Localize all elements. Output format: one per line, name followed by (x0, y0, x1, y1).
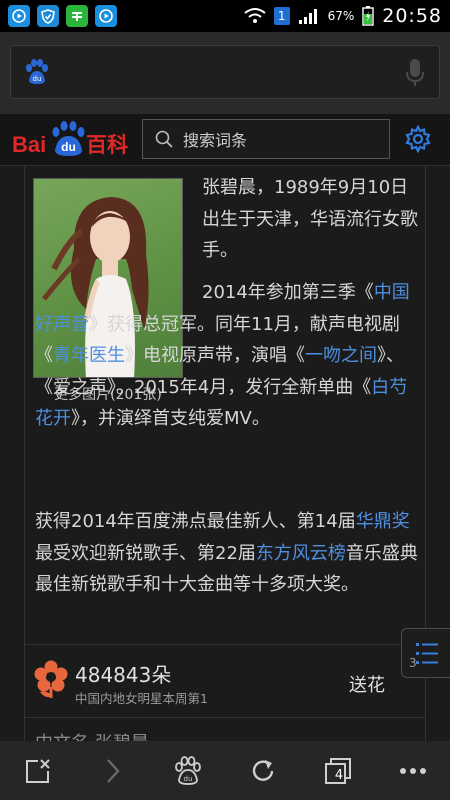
intro-paragraph: 张碧晨，1989年9月10日出生于天津，华语流行女歌手。 (202, 177, 418, 261)
flower-ranking-row: 484843朵 中国内地女明星本周第1 送花 (25, 644, 425, 718)
menu-button[interactable] (375, 741, 450, 800)
flower-icon (34, 660, 68, 704)
more-dots-icon (399, 767, 426, 774)
close-window-icon (25, 758, 50, 783)
status-bar: 1 67% 20:58 (0, 0, 450, 32)
wifi-icon (244, 8, 266, 23)
baike-search-input[interactable]: 搜索词条 (142, 119, 390, 159)
baidu-paw-icon: du (174, 755, 201, 785)
flower-rank-text: 中国内地女明星本周第1 (75, 691, 208, 706)
awards-paragraph: 获得2014年百度沸点最佳新人、第14届华鼎奖最受欢迎新锐歌手、第22届东方风云… (35, 506, 421, 601)
refresh-button[interactable] (225, 741, 300, 800)
shield-app-icon (37, 5, 59, 27)
link-huading-award[interactable]: 华鼎奖 (356, 511, 410, 532)
logo-text-cn: 百科 (86, 133, 128, 157)
link-yi-wen-zhi-jian[interactable]: 一吻之间 (305, 345, 377, 366)
browser-toolbar: du 4 (0, 741, 450, 800)
career-text-c: 》电视原声带，演唱《 (125, 345, 305, 366)
microphone-icon[interactable] (405, 58, 425, 92)
baidu-baike-logo[interactable]: Bai du 百科 (12, 120, 130, 160)
baidu-paw-icon: du (23, 58, 51, 90)
flower-count: 484843朵 (75, 663, 172, 687)
chevron-right-icon (106, 758, 120, 783)
link-young-doctor[interactable]: 青年医生 (53, 345, 125, 366)
forward-button[interactable] (75, 741, 150, 800)
career-text-a: 2014年参加第三季《 (202, 282, 374, 303)
wechat-app-icon (66, 5, 88, 27)
video-app-icon (8, 5, 30, 27)
career-text-e: 》，并演绎首支纯爱MV。 (71, 408, 270, 429)
logo-text-latin: Bai (12, 132, 46, 157)
svg-text:du: du (33, 75, 42, 83)
address-input[interactable]: du (10, 45, 440, 99)
baidu-home-button[interactable]: du (150, 741, 225, 800)
notification-badge: 1 (273, 7, 290, 25)
list-icon (416, 643, 438, 664)
basic-info-row: 中文名 张碧晨 (35, 729, 149, 741)
close-page-button[interactable] (0, 741, 75, 800)
logo-paw-text: du (61, 140, 76, 154)
battery-icon (362, 6, 374, 26)
svg-text:du: du (183, 775, 192, 783)
search-icon (155, 130, 173, 148)
link-dongfang-fengyunbang[interactable]: 东方风云榜 (256, 543, 346, 564)
article-content: 更多图片(201张) 张碧晨，1989年9月10日出生于天津，华语流行女歌手。 … (24, 166, 426, 741)
signal-icon (298, 9, 317, 24)
table-of-contents-button[interactable]: 3 (401, 628, 450, 678)
tabs-button[interactable]: 4 (300, 741, 375, 800)
tab-count: 4 (334, 768, 344, 783)
career-paragraph: 2014年参加第三季《中国好声音》获得总冠军。同年11月，献声电视剧《青年医生》… (35, 277, 421, 435)
send-flower-button[interactable]: 送花 (349, 671, 385, 697)
awards-text-a: 获得2014年百度沸点最佳新人、第14届 (35, 511, 356, 532)
awards-text-b: 最受欢迎新锐歌手、第22届 (35, 542, 256, 564)
clock: 20:58 (382, 5, 442, 27)
refresh-icon (252, 759, 273, 781)
toc-badge: 3 (409, 656, 417, 670)
settings-gear-icon[interactable] (404, 124, 432, 157)
baike-header: Bai du 百科 搜索词条 (0, 114, 450, 166)
battery-percent: 67% (327, 9, 355, 23)
browser-address-bar: du (0, 32, 450, 114)
video-app-icon (95, 5, 117, 27)
search-placeholder: 搜索词条 (183, 131, 248, 150)
